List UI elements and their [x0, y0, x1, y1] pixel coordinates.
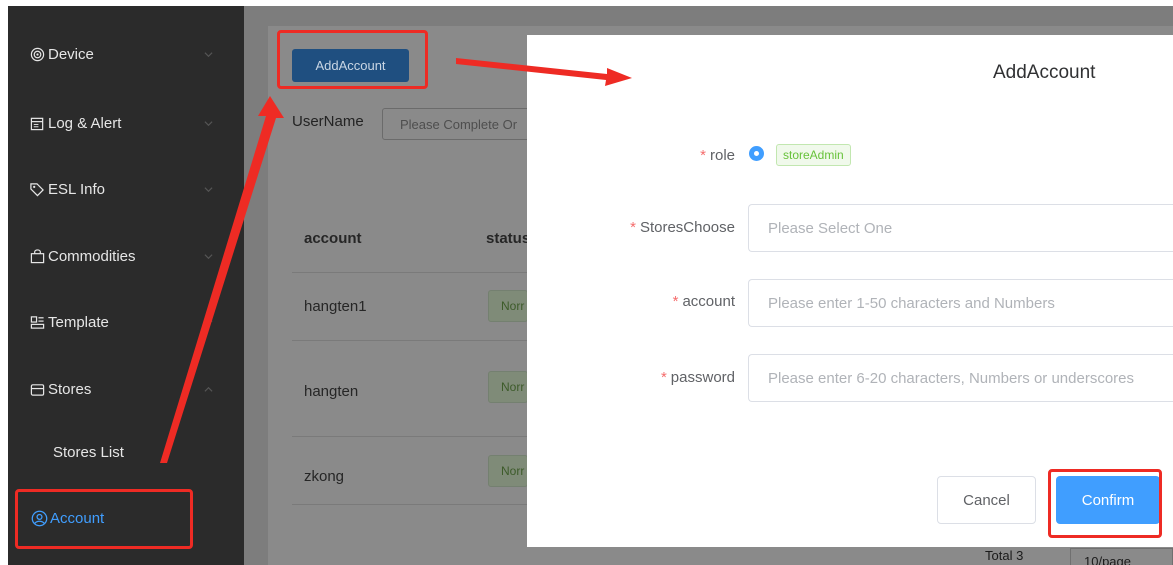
row-divider	[292, 272, 528, 273]
cancel-button[interactable]: Cancel	[937, 476, 1036, 524]
sidebar-item-label: Stores	[48, 380, 92, 398]
password-input[interactable]: Please enter 6-20 characters, Numbers or…	[748, 354, 1173, 402]
chevron-up-icon	[204, 386, 213, 392]
sidebar-item-label: Account	[50, 509, 105, 527]
account-label-text: account	[682, 293, 735, 310]
dialog-title: AddAccount	[993, 62, 1096, 83]
tag-icon	[28, 180, 46, 198]
sidebar-item-account[interactable]: Account	[8, 485, 244, 551]
chevron-down-icon	[204, 320, 213, 326]
required-mark: *	[700, 147, 706, 164]
sidebar: Device Log & Alert ESL Info Commodities …	[8, 6, 244, 565]
table-row-account: zkong	[304, 468, 345, 485]
password-label: * password	[661, 369, 735, 386]
stores-choose-label: * StoresChoose	[630, 219, 735, 236]
table-row-account: hangten1	[304, 298, 367, 315]
role-label: * role	[700, 147, 735, 164]
add-account-button[interactable]: AddAccount	[292, 49, 409, 82]
page-size-select[interactable]: 10/page	[1070, 548, 1173, 565]
account-input[interactable]: Please enter 1-50 characters and Numbers	[748, 279, 1173, 327]
password-label-text: password	[670, 369, 735, 386]
username-filter-label: UserName	[292, 113, 364, 130]
chevron-down-icon	[204, 121, 213, 127]
status-badge: Norr	[488, 371, 528, 403]
sidebar-item-label: Commodities	[48, 247, 136, 265]
sidebar-item-label: Device	[48, 45, 94, 63]
calendar-log-icon	[28, 114, 46, 132]
sidebar-item-template[interactable]: Template	[8, 289, 244, 355]
row-divider	[292, 340, 528, 341]
column-header-status: status	[486, 230, 531, 247]
sidebar-item-log-alert[interactable]: Log & Alert	[8, 90, 244, 156]
confirm-button[interactable]: Confirm	[1056, 476, 1160, 524]
radar-icon	[28, 45, 46, 63]
sidebar-item-device[interactable]: Device	[8, 21, 244, 87]
account-label: * account	[673, 293, 735, 310]
pagination-total: Total 3	[985, 548, 1024, 563]
required-mark: *	[630, 219, 636, 236]
bag-icon	[28, 247, 46, 265]
stores-choose-label-text: StoresChoose	[639, 219, 735, 236]
sidebar-item-esl-info[interactable]: ESL Info	[8, 156, 244, 222]
required-mark: *	[672, 293, 679, 310]
role-tag-store-admin: storeAdmin	[776, 144, 851, 166]
role-label-text: role	[709, 147, 735, 164]
sidebar-subitem-stores-list[interactable]: Stores List	[8, 422, 244, 482]
sidebar-item-stores[interactable]: Stores	[8, 356, 244, 422]
column-header-account: account	[304, 230, 362, 247]
template-icon	[28, 313, 46, 331]
user-circle-icon	[30, 509, 48, 527]
sidebar-item-label: Template	[48, 313, 109, 331]
role-radio[interactable]	[749, 146, 764, 161]
sidebar-item-label: Log & Alert	[48, 114, 122, 132]
row-divider	[292, 436, 528, 437]
table-row-account: hangten	[304, 383, 359, 400]
chevron-down-icon	[204, 254, 213, 260]
chevron-down-icon	[204, 52, 213, 58]
status-badge: Norr	[488, 455, 528, 487]
sidebar-item-label: ESL Info	[48, 180, 105, 198]
required-mark: *	[660, 369, 667, 386]
sidebar-item-commodities[interactable]: Commodities	[8, 223, 244, 289]
sidebar-subitem-label: Stores List	[53, 443, 124, 461]
store-icon	[28, 380, 46, 398]
stores-choose-select[interactable]: Please Select One	[748, 204, 1173, 252]
username-filter-input[interactable]: Please Complete Or	[382, 108, 542, 140]
status-badge: Norr	[488, 290, 528, 322]
chevron-down-icon	[204, 187, 213, 193]
row-divider	[292, 504, 528, 505]
